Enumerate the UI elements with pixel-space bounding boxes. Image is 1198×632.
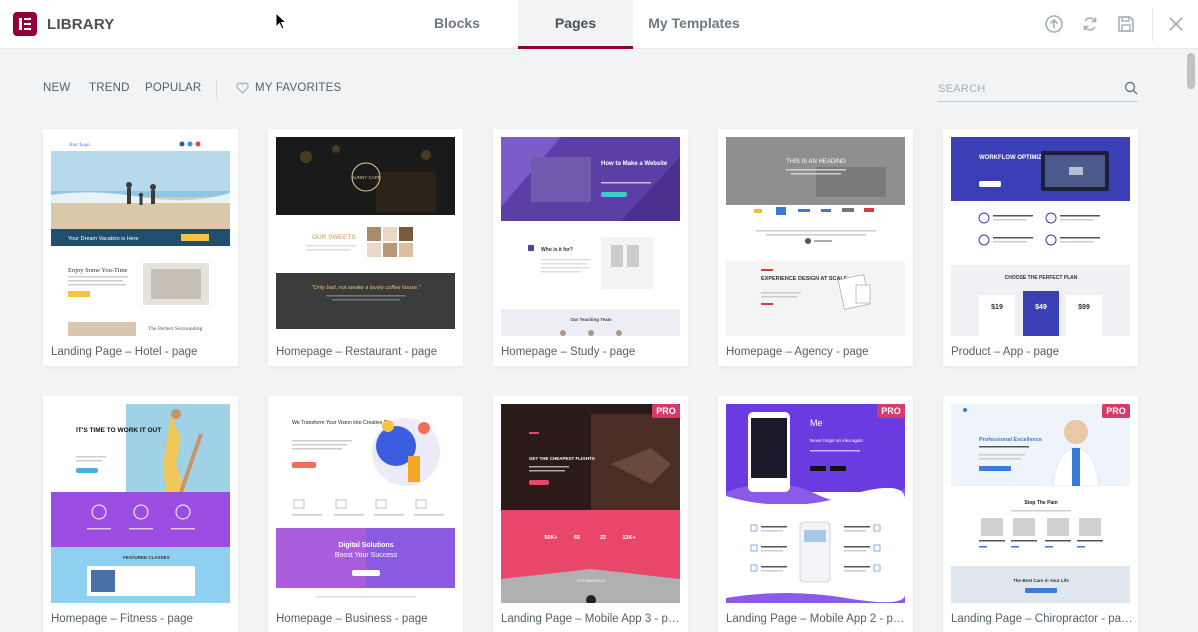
template-thumbnail: THIS IS AN HEADING EXPERIENCE DESIGN AT … [726,137,905,336]
search-icon[interactable] [1124,81,1138,95]
card-title: Product – App - page [951,346,1060,358]
thumb-text: FEATURED CLASSES [123,555,170,560]
thumb-text: OUR SWEETS [312,234,356,241]
template-thumbnail: Your Logo Your Dream Vacation is Here En… [51,137,230,336]
heart-icon [236,82,249,94]
thumb-text: $19 [991,304,1003,311]
thumb-text: The Best Care in Your Life [1013,578,1069,583]
thumb-text: Stop The Pain [1024,500,1057,506]
card-title: Homepage – Restaurant - page [276,346,438,358]
search-box [938,78,1138,102]
filter-trend[interactable]: TREND [89,82,130,94]
template-thumbnail: SUNNY CAFE OUR SWEETS "Only bad, not awa… [276,137,455,336]
thumb-text: $99 [1078,304,1090,311]
close-icon[interactable] [1166,14,1186,34]
tab-pages[interactable]: Pages [518,0,633,49]
template-card[interactable]: Me Never forget an idea again PRO Landin… [718,396,913,632]
tab-blocks[interactable]: Blocks [406,0,508,49]
scrollbar[interactable] [1184,49,1198,632]
template-card[interactable]: WORKFLOW OPTIMIZATION MADE EASY CHOOSE T… [943,129,1138,366]
thumb-text: TESTIMONIALS [576,578,606,583]
card-title: Landing Page – Chiropractor - page [951,613,1133,625]
mouse-cursor-icon [275,12,287,30]
search-input[interactable] [938,78,1108,100]
template-card[interactable]: SUNNY CAFE OUR SWEETS "Only bad, not awa… [268,129,463,366]
template-thumbnail: How to Make a Website Who is it for? Our… [501,137,680,336]
scrollbar-thumb[interactable] [1187,53,1195,89]
template-card[interactable]: Professional Excellence Stop The Pain Th… [943,396,1138,632]
library-header: LIBRARY Blocks Pages My Templates [0,0,1198,49]
tab-my-templates[interactable]: My Templates [641,0,747,49]
template-thumbnail: We Transform Your Vision into Creative R… [276,404,455,603]
thumb-text: CHOOSE THE PERFECT PLAN [1005,275,1078,281]
template-card[interactable]: We Transform Your Vision into Creative R… [268,396,463,632]
template-thumbnail: GET THE CHEAPEST FLIGHTS 50K+ 65 22 13K+… [501,404,680,603]
thumb-text: Never forget an idea again [810,438,864,443]
template-card[interactable]: Your Logo Your Dream Vacation is Here En… [43,129,238,366]
thumb-text: 65 [574,535,580,541]
thumb-text: Who is it for? [541,247,573,253]
thumb-text: IT'S TIME TO WORK IT OUT [76,427,161,434]
filter-divider [216,80,217,98]
filter-my-favorites[interactable]: MY FAVORITES [236,82,341,94]
thumb-text: $49 [1035,304,1047,311]
pro-badge: PRO [1102,404,1130,418]
thumb-text: Your Dream Vacation is Here [68,236,139,242]
thumb-text: 13K+ [622,535,635,541]
upload-icon[interactable] [1044,14,1064,34]
elementor-logo-icon [13,12,37,36]
thumb-text: Enjoy Some You-Time [68,267,128,274]
thumb-text: Boost Your Success [335,552,398,559]
thumb-text: Professional Excellence [979,437,1042,443]
card-title: Homepage – Study - page [501,346,636,358]
thumb-text: 50K+ [544,535,557,541]
thumb-text: Our Teaching Team [570,317,611,322]
thumb-text: The Perfect Surrounding [148,325,203,332]
card-title: Homepage – Business - page [276,613,428,625]
template-thumbnail: Professional Excellence Stop The Pain Th… [951,404,1130,603]
thumb-text: "Only bad, not awake a lovely coffee hou… [312,285,422,291]
pro-badge: PRO [652,404,680,418]
save-icon[interactable] [1116,14,1136,34]
thumb-text: Me [810,418,823,428]
library-title: LIBRARY [47,16,115,33]
filter-new[interactable]: NEW [43,82,70,94]
card-title: Landing Page – Mobile App 3 - pa... [501,613,683,625]
thumb-text: Your Logo [69,143,90,148]
thumb-text: THIS IS AN HEADING [786,159,846,165]
thumb-text: How to Make a Website [601,161,668,167]
template-thumbnail: WORKFLOW OPTIMIZATION MADE EASY CHOOSE T… [951,137,1130,336]
template-card[interactable]: GET THE CHEAPEST FLIGHTS 50K+ 65 22 13K+… [493,396,688,632]
template-card[interactable]: How to Make a Website Who is it for? Our… [493,129,688,366]
thumb-text: 22 [600,535,606,541]
template-card[interactable]: IT'S TIME TO WORK IT OUT FEATURED CLASSE… [43,396,238,632]
template-card[interactable]: THIS IS AN HEADING EXPERIENCE DESIGN AT … [718,129,913,366]
thumb-text: Digital Solutions [338,542,393,549]
card-title: Landing Page – Hotel - page [51,346,198,358]
template-thumbnail: IT'S TIME TO WORK IT OUT FEATURED CLASSE… [51,404,230,603]
thumb-text: EXPERIENCE DESIGN AT SCALE [761,276,848,282]
card-title: Homepage – Fitness - page [51,613,193,625]
card-title: Landing Page – Mobile App 2 - pa... [726,613,908,625]
filter-popular[interactable]: POPULAR [145,82,201,94]
header-divider [1152,8,1153,41]
thumb-text: GET THE CHEAPEST FLIGHTS [529,456,595,461]
favorites-label: MY FAVORITES [255,82,342,94]
card-title: Homepage – Agency - page [726,346,869,358]
template-thumbnail: Me Never forget an idea again [726,404,905,603]
sync-icon[interactable] [1080,14,1100,34]
pro-badge: PRO [877,404,905,418]
thumb-text: SUNNY CAFE [352,175,381,180]
